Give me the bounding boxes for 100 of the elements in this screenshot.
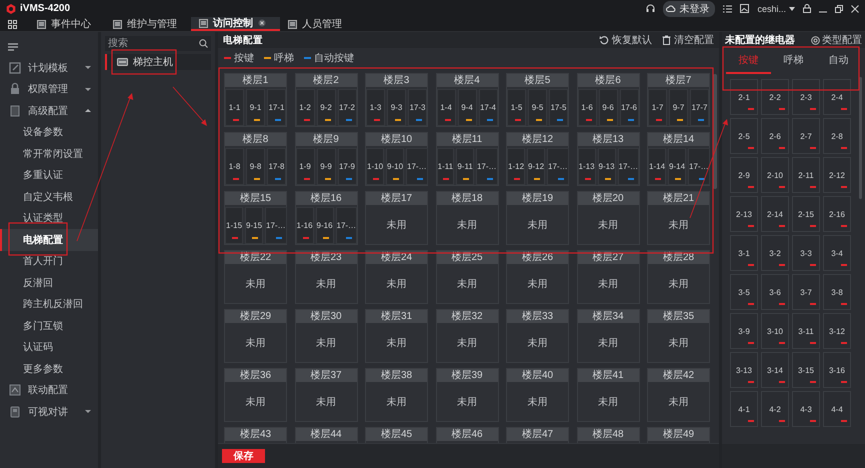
floor-card[interactable]: 楼层35 未用 — [647, 309, 710, 363]
close-icon[interactable] — [258, 19, 266, 27]
sidebar-item[interactable]: 自定义韦根 — [0, 186, 98, 208]
menu-icon[interactable] — [8, 43, 18, 51]
floor-card[interactable]: 楼层33 未用 — [506, 309, 569, 363]
floor-card[interactable]: 楼层21 未用 — [647, 191, 710, 245]
floor-card[interactable]: 楼层42 未用 — [647, 368, 710, 422]
type-config-button[interactable]: 类型配置 — [811, 33, 862, 47]
relay-slot[interactable]: 17-9 — [338, 148, 356, 185]
relay-card[interactable]: 3-6 — [761, 274, 789, 310]
relay-slot[interactable]: 1-13 — [578, 148, 596, 185]
sidebar-item[interactable]: 可视对讲 — [0, 401, 98, 422]
relay-card[interactable]: 3-1 — [730, 235, 758, 271]
relay-card[interactable]: 3-2 — [761, 235, 789, 271]
relay-slot[interactable]: 17-7 — [690, 89, 709, 126]
relay-type-tab[interactable]: 自动 — [816, 48, 861, 74]
sidebar-item[interactable]: 高级配置 — [0, 100, 98, 122]
floor-card[interactable]: 楼层16 1-16 9-16 17-… — [294, 191, 358, 245]
relay-slot[interactable]: 17-… — [406, 148, 428, 185]
relay-card[interactable]: 2-8 — [823, 118, 851, 154]
relay-card[interactable]: 3-3 — [792, 235, 820, 271]
floor-card[interactable]: 楼层8 1-8 9-8 17-8 — [224, 132, 287, 186]
relay-slot[interactable]: 17-6 — [620, 89, 638, 126]
user-menu[interactable]: ceshi... — [757, 4, 795, 14]
relay-slot[interactable]: 9-10 — [386, 148, 404, 185]
relay-card[interactable]: 3-4 — [823, 235, 851, 271]
floor-card[interactable]: 楼层34 未用 — [576, 309, 640, 363]
relay-slot[interactable]: 17-… — [618, 148, 640, 185]
relay-slot[interactable]: 1-5 — [507, 89, 526, 126]
relay-card[interactable]: 2-14 — [761, 196, 789, 232]
floor-card[interactable]: 楼层11 1-11 9-11 17-… — [436, 132, 498, 186]
device-item[interactable]: 梯控主机 — [105, 54, 211, 70]
relay-card[interactable]: 3-7 — [792, 274, 820, 310]
relay-slot[interactable]: 9-16 — [316, 207, 334, 244]
relay-card[interactable]: 2-9 — [730, 157, 758, 193]
relay-slot[interactable]: 9-4 — [458, 89, 476, 126]
login-status-button[interactable]: 未登录 — [663, 0, 716, 16]
relay-card[interactable]: 3-14 — [761, 352, 789, 388]
relay-slot[interactable]: 17-5 — [549, 89, 568, 126]
relay-card[interactable]: 2-3 — [792, 79, 820, 115]
relay-slot[interactable]: 17-… — [476, 148, 498, 185]
relay-slot[interactable]: 9-9 — [316, 148, 336, 185]
relay-slot[interactable]: 1-15 — [225, 207, 244, 244]
relay-card[interactable]: 2-15 — [792, 196, 820, 232]
list-icon[interactable] — [723, 4, 732, 12]
sidebar-item[interactable]: 计划模板 — [0, 57, 98, 78]
relay-card[interactable]: 2-12 — [823, 157, 851, 193]
floor-card[interactable]: 楼层9 1-9 9-9 17-9 — [294, 132, 358, 186]
relay-slot[interactable]: 1-2 — [296, 89, 314, 126]
relay-slot[interactable]: 1-14 — [648, 148, 666, 185]
relay-slot[interactable]: 1-16 — [296, 207, 314, 244]
nav-tab[interactable]: 人员管理 — [280, 17, 356, 31]
relay-card[interactable]: 3-16 — [823, 352, 851, 388]
relay-slot[interactable]: 17-… — [336, 207, 358, 244]
relay-card[interactable]: 3-15 — [792, 352, 820, 388]
floor-card[interactable]: 楼层31 未用 — [365, 309, 428, 363]
relay-slot[interactable]: 17-… — [688, 148, 710, 185]
relay-slot[interactable]: 9-3 — [387, 89, 406, 126]
relay-slot[interactable]: 17-4 — [478, 89, 498, 126]
relay-card[interactable]: 2-16 — [823, 196, 851, 232]
close-icon[interactable] — [851, 4, 859, 12]
floor-card[interactable]: 楼层39 未用 — [436, 368, 498, 422]
relay-slot[interactable]: 9-1 — [246, 89, 265, 126]
sidebar-item[interactable]: 跨主机反潜回 — [0, 294, 98, 315]
relay-slot[interactable]: 1-3 — [366, 89, 385, 126]
restore-icon[interactable] — [835, 4, 843, 12]
floor-card[interactable]: 楼层19 未用 — [506, 191, 569, 245]
floor-card[interactable]: 楼层15 1-15 9-15 17-… — [224, 191, 287, 245]
relay-slot[interactable]: 9-7 — [669, 89, 688, 126]
relay-slot[interactable]: 9-5 — [528, 89, 547, 126]
relay-slot[interactable]: 9-8 — [246, 148, 265, 185]
relay-slot[interactable]: 9-15 — [245, 207, 264, 244]
relay-card[interactable]: 3-9 — [730, 313, 758, 349]
relay-card[interactable]: 2-10 — [761, 157, 789, 193]
search-icon[interactable] — [199, 39, 208, 48]
floor-card[interactable]: 楼层7 1-7 9-7 17-7 — [647, 73, 710, 127]
floor-card[interactable]: 楼层41 未用 — [576, 368, 640, 422]
floor-card[interactable]: 楼层1 1-1 9-1 17-1 — [224, 73, 287, 127]
sidebar-item[interactable]: 多重认证 — [0, 164, 98, 186]
relay-slot[interactable]: 9-12 — [527, 148, 546, 185]
relay-card[interactable]: 2-4 — [823, 79, 851, 115]
relay-slot[interactable]: 1-8 — [225, 148, 244, 185]
floor-card[interactable]: 楼层32 未用 — [436, 309, 498, 363]
relay-card[interactable]: 4-3 — [792, 391, 820, 427]
relay-card[interactable]: 2-1 — [730, 79, 758, 115]
reset-button[interactable]: 恢复默认 — [599, 33, 652, 47]
sidebar-item[interactable]: 权限管理 — [0, 78, 98, 100]
lock-icon[interactable] — [803, 4, 811, 13]
relay-card[interactable]: 3-11 — [792, 313, 820, 349]
floor-card[interactable]: 楼层3 1-3 9-3 17-3 — [365, 73, 428, 127]
nav-tab[interactable]: 事件中心 — [29, 17, 105, 31]
relay-slot[interactable]: 17-1 — [267, 89, 286, 126]
relay-slot[interactable]: 1-7 — [648, 89, 667, 126]
save-button[interactable]: 保存 — [222, 449, 265, 463]
relay-card[interactable]: 2-6 — [761, 118, 789, 154]
relay-slot[interactable]: 17-8 — [267, 148, 286, 185]
sidebar-item[interactable]: 常开常闭设置 — [0, 143, 98, 164]
floor-card[interactable]: 楼层37 未用 — [294, 368, 358, 422]
floor-card[interactable]: 楼层30 未用 — [294, 309, 358, 363]
sidebar-item[interactable]: 首人开门 — [0, 250, 98, 272]
